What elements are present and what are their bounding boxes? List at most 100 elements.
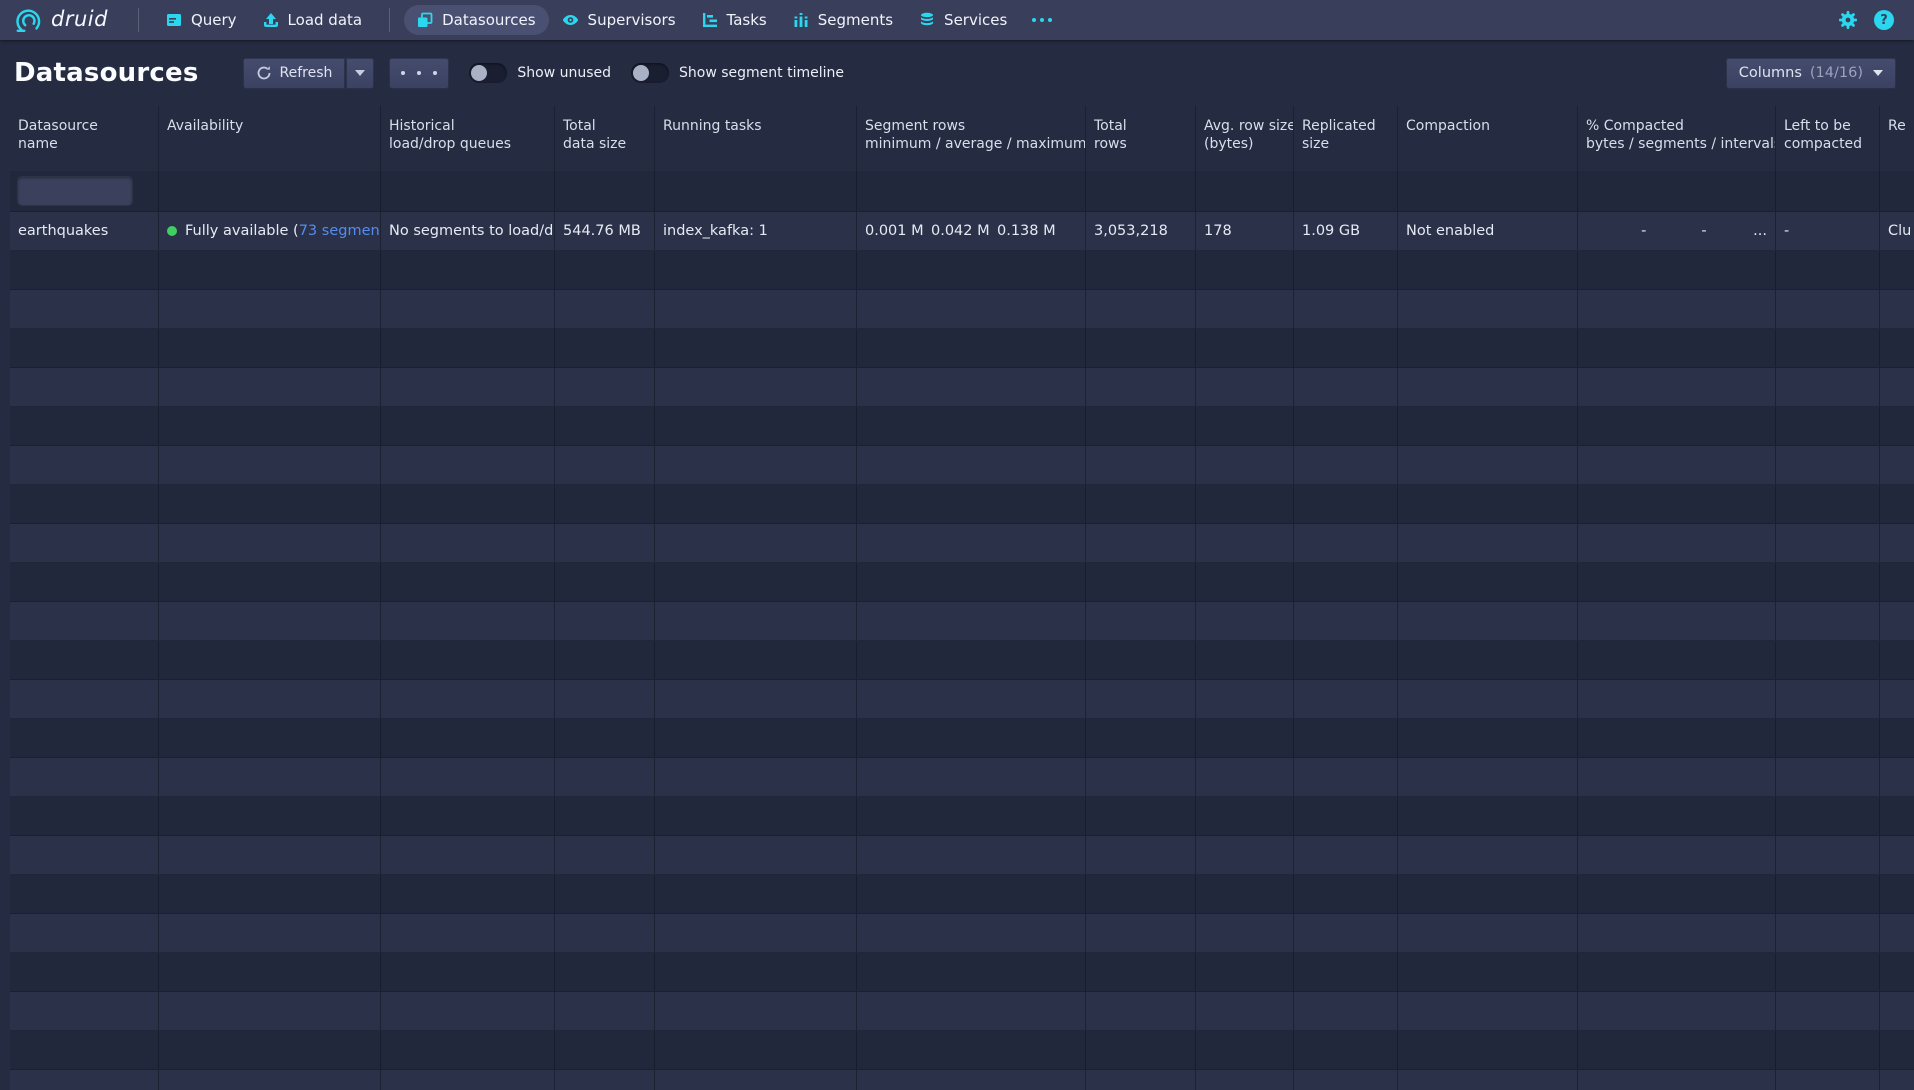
table-cell-empty — [381, 524, 555, 562]
refresh-caret-button[interactable] — [346, 58, 374, 89]
toggle-switch[interactable] — [631, 63, 669, 83]
column-header-replicated-size[interactable]: Replicatedsize — [1294, 106, 1398, 171]
table-cell-empty — [159, 407, 381, 445]
table-cell-empty — [1196, 641, 1294, 679]
table-cell-empty — [555, 290, 655, 328]
table-cell-empty — [1398, 758, 1578, 796]
column-header-availability[interactable]: Availability — [159, 106, 381, 171]
gear-icon[interactable] — [1838, 10, 1858, 30]
nav-item-query[interactable]: Query — [153, 5, 250, 35]
column-header-compaction[interactable]: Compaction — [1398, 106, 1578, 171]
table-row-empty — [10, 1031, 1914, 1070]
nav-item-segments[interactable]: Segments — [780, 5, 906, 35]
table-cell-empty — [857, 719, 1086, 757]
chevron-down-icon — [1873, 70, 1883, 76]
tasks-icon — [702, 12, 718, 28]
table-cell-empty — [1294, 875, 1398, 913]
help-icon[interactable]: ? — [1874, 10, 1894, 30]
retention-link[interactable]: Clu — [1888, 223, 1911, 239]
table-cell-empty — [381, 329, 555, 367]
table-cell-empty — [10, 1031, 159, 1069]
column-header-total-data-size[interactable]: Totaldata size — [555, 106, 655, 171]
datasource-name-filter-input[interactable] — [18, 177, 132, 205]
table-row-earthquakes[interactable]: earthquakes Fully available (73 segments… — [10, 212, 1914, 251]
table-cell-empty — [159, 641, 381, 679]
table-cell-empty — [381, 251, 555, 289]
column-header-segment-rows[interactable]: Segment rowsminimum / average / maximum — [857, 106, 1086, 171]
table-cell-empty — [655, 797, 857, 835]
table-cell-empty — [1398, 329, 1578, 367]
table-cell-empty — [1086, 1070, 1196, 1090]
druid-console: druid Query Load data Datasources — [0, 0, 1914, 1090]
table-cell-empty — [159, 758, 381, 796]
table-cell-empty — [10, 797, 159, 835]
table-cell-empty — [1880, 524, 1914, 562]
table-cell-empty — [1196, 992, 1294, 1030]
table-cell-empty — [1196, 758, 1294, 796]
table-cell-empty — [1398, 680, 1578, 718]
table-cell-empty — [1398, 992, 1578, 1030]
table-cell-empty — [10, 563, 159, 601]
table-cell-empty — [381, 992, 555, 1030]
nav-item-services[interactable]: Services — [906, 5, 1020, 35]
column-header-retention[interactable]: Re — [1880, 106, 1914, 171]
show-unused-toggle[interactable]: Show unused — [469, 63, 611, 83]
navbar-more-icon[interactable] — [1020, 18, 1064, 22]
druid-logo[interactable]: druid — [14, 5, 108, 35]
table-cell-empty — [555, 1070, 655, 1090]
column-header-total-rows[interactable]: Totalrows — [1086, 106, 1196, 171]
columns-button[interactable]: Columns (14/16) — [1726, 58, 1896, 89]
table-cell-empty — [1578, 563, 1776, 601]
table-cell-empty — [1086, 875, 1196, 913]
more-actions-button[interactable] — [389, 58, 449, 89]
table-cell-empty — [1294, 1031, 1398, 1069]
table-cell-empty — [10, 485, 159, 523]
table-cell-empty — [10, 914, 159, 952]
table-cell-empty — [1880, 563, 1914, 601]
column-header-historical-queues[interactable]: Historicalload/drop queues — [381, 106, 555, 171]
column-header-avg-row-size[interactable]: Avg. row size(bytes) — [1196, 106, 1294, 171]
table-cell-empty — [1776, 875, 1880, 913]
nav-item-label: Tasks — [727, 11, 767, 29]
nav-item-tasks[interactable]: Tasks — [689, 5, 780, 35]
table-cell-empty — [655, 485, 857, 523]
nav-item-supervisors[interactable]: Supervisors — [549, 5, 689, 35]
table-cell-empty — [159, 680, 381, 718]
cell-avg-row-size: 178 — [1196, 212, 1294, 250]
table-cell-empty — [857, 1070, 1086, 1090]
table-cell-empty — [381, 680, 555, 718]
table-row-empty — [10, 875, 1914, 914]
table-cell-empty — [1196, 719, 1294, 757]
table-cell-empty — [655, 680, 857, 718]
table-cell-empty — [555, 641, 655, 679]
table-cell-empty — [1880, 485, 1914, 523]
table-cell-empty — [1196, 368, 1294, 406]
table-cell-empty — [655, 836, 857, 874]
toggle-switch[interactable] — [469, 63, 507, 83]
column-header-left-to-compact[interactable]: Left to becompacted — [1776, 106, 1880, 171]
table-cell-empty — [1578, 485, 1776, 523]
table-cell-empty — [857, 563, 1086, 601]
table-cell-empty — [1398, 914, 1578, 952]
segments-count-link[interactable]: 73 segments — [299, 223, 381, 239]
table-cell-empty — [1776, 1070, 1880, 1090]
table-cell-empty — [381, 641, 555, 679]
table-cell-empty — [1086, 719, 1196, 757]
table-cell-empty — [1294, 914, 1398, 952]
table-cell-empty — [1776, 641, 1880, 679]
nav-item-load-data[interactable]: Load data — [250, 5, 376, 35]
table-cell-empty — [10, 524, 159, 562]
table-cell-empty — [1294, 992, 1398, 1030]
column-header-running-tasks[interactable]: Running tasks — [655, 106, 857, 171]
table-cell-empty — [1086, 797, 1196, 835]
table-cell-empty — [1398, 602, 1578, 640]
nav-item-label: Services — [944, 11, 1007, 29]
nav-item-datasources[interactable]: Datasources — [404, 5, 548, 35]
column-header-datasource-name[interactable]: Datasourcename — [10, 106, 159, 171]
column-header-pct-compacted[interactable]: % Compactedbytes / segments / intervals — [1578, 106, 1776, 171]
refresh-button[interactable]: Refresh — [243, 58, 346, 89]
show-segment-timeline-toggle[interactable]: Show segment timeline — [631, 63, 844, 83]
table-cell-empty — [555, 680, 655, 718]
table-cell-empty — [1196, 407, 1294, 445]
table-cell-empty — [1086, 329, 1196, 367]
